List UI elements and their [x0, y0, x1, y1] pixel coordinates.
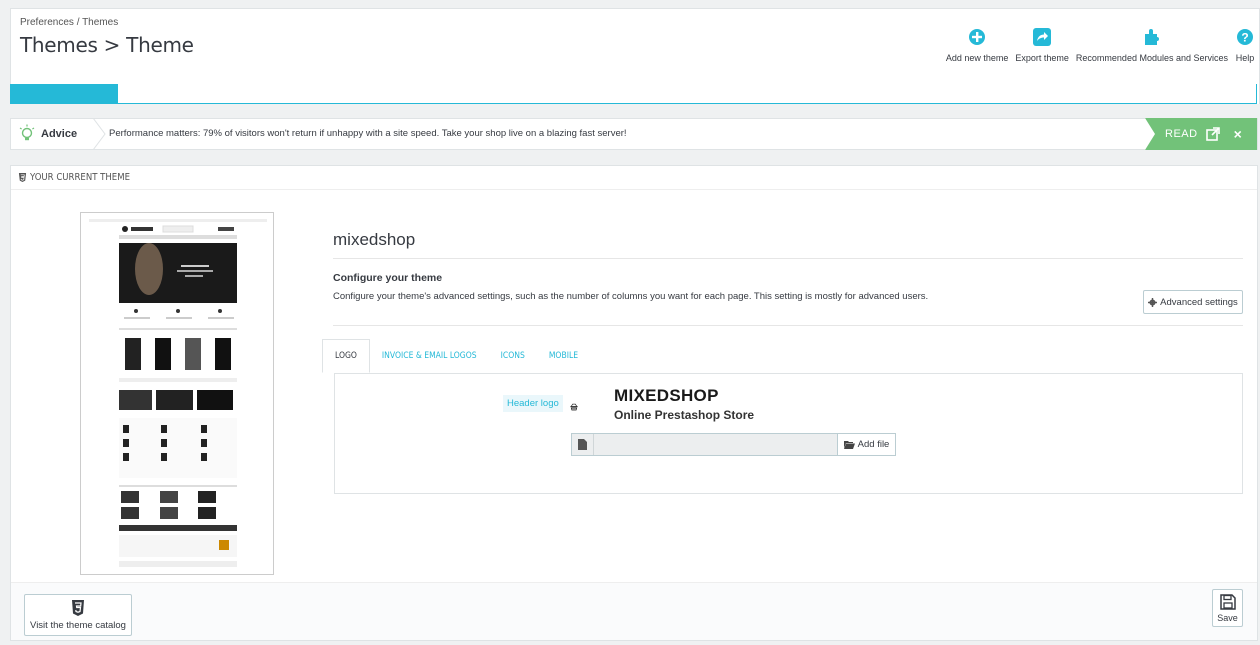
panel-heading: YOUR CURRENT THEME: [11, 166, 1257, 190]
logo-file-input: Add file: [571, 433, 896, 456]
logo-subtitle: Online Prestashop Store: [614, 408, 755, 422]
visit-catalog-label: Visit the theme catalog: [30, 619, 126, 631]
advice-bar: Advice Performance matters: 79% of visit…: [10, 118, 1258, 150]
theme-preview-image: [80, 212, 274, 575]
divider: [333, 325, 1243, 326]
plus-circle-icon: [967, 27, 987, 47]
tab-invoice-email-logos[interactable]: INVOICE & EMAIL LOGOS: [370, 339, 489, 373]
read-button[interactable]: READ ×: [1145, 118, 1257, 150]
svg-text:?: ?: [1241, 31, 1248, 45]
tab-logo[interactable]: LOGO: [322, 339, 370, 373]
advanced-settings-label: Advanced settings: [1160, 296, 1238, 308]
file-icon: [572, 434, 594, 455]
read-notch: [1145, 118, 1155, 150]
read-label: READ: [1165, 128, 1198, 140]
breadcrumb: Preferences / Themes: [20, 17, 119, 28]
advice-text: Performance matters: 79% of visitors won…: [109, 128, 627, 139]
add-new-theme-button[interactable]: Add new theme: [945, 27, 1009, 63]
divider: [333, 258, 1243, 259]
html5-icon: [18, 173, 27, 182]
save-button[interactable]: Save: [1212, 589, 1243, 627]
add-file-button[interactable]: Add file: [837, 434, 895, 455]
tab-mobile[interactable]: MOBILE: [537, 339, 590, 373]
puzzle-icon: [1142, 27, 1162, 47]
header-logo-label[interactable]: Header logo: [503, 395, 563, 412]
help-button[interactable]: ? Help: [1235, 27, 1255, 63]
file-path-field[interactable]: [594, 434, 837, 455]
recommended-modules-button[interactable]: Recommended Modules and Services: [1076, 27, 1228, 63]
configure-description: Configure your theme's advanced settings…: [333, 291, 929, 302]
export-theme-label: Export theme: [1015, 53, 1069, 63]
logo-title: MIXEDSHOP: [614, 386, 719, 405]
configure-title: Configure your theme: [333, 272, 443, 284]
help-label: Help: [1235, 53, 1255, 63]
html5-icon: [72, 599, 84, 616]
close-advice-button[interactable]: ×: [1234, 126, 1242, 142]
tab-icons[interactable]: ICONS: [489, 339, 537, 373]
advanced-settings-button[interactable]: Advanced settings: [1143, 290, 1243, 314]
panel-footer: Visit the theme catalog Save: [11, 582, 1257, 640]
recommended-modules-label: Recommended Modules and Services: [1075, 53, 1228, 63]
basket-logo-icon: [570, 403, 578, 411]
toolbar: Add new theme Export theme Recommended M…: [939, 27, 1255, 63]
save-label: Save: [1217, 612, 1238, 623]
logo-tab-pane: Header logo MIXEDSHOP Online Prestashop …: [334, 373, 1243, 494]
lightbulb-icon: [19, 124, 35, 141]
panel-heading-text: YOUR CURRENT THEME: [30, 172, 130, 183]
theme-name: mixedshop: [333, 230, 416, 249]
active-tab-indicator[interactable]: [11, 84, 118, 103]
advice-title: Advice: [41, 128, 78, 140]
folder-open-icon: [843, 441, 855, 449]
theme-screenshot: [81, 213, 273, 574]
advice-label: Advice: [11, 119, 97, 149]
external-link-icon: [1205, 127, 1220, 141]
chevron-separator: [92, 118, 106, 150]
add-file-label: Add file: [857, 439, 890, 450]
gear-icon: [1148, 297, 1158, 307]
add-new-theme-label: Add new theme: [945, 53, 1009, 63]
page-title: Themes > Theme: [20, 33, 194, 57]
current-theme-panel: YOUR CURRENT THEME mixedshop Configure y…: [10, 165, 1258, 641]
export-theme-button[interactable]: Export theme: [1015, 27, 1069, 63]
share-icon: [1032, 27, 1052, 47]
visit-theme-catalog-button[interactable]: Visit the theme catalog: [24, 594, 132, 636]
logo-tabs: LOGO INVOICE & EMAIL LOGOS ICONS MOBILE: [322, 339, 590, 373]
floppy-disk-icon: [1219, 593, 1236, 610]
header-tabbar: [10, 84, 1257, 104]
question-circle-icon: ?: [1235, 27, 1255, 47]
